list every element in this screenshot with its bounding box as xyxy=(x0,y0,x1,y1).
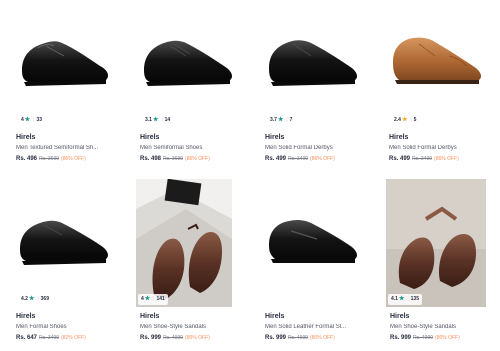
product-price: Rs. 999 Rs. 4999 (80% OFF) xyxy=(265,335,335,341)
rating-badge: 4★ | 141 xyxy=(138,294,168,305)
rating-badge: 3.7★ | 7 xyxy=(267,115,296,126)
price-discount: (86% OFF) xyxy=(310,156,335,162)
price-mrp: Rs. 3699 xyxy=(163,156,184,162)
rating-value: 4.2 xyxy=(21,296,28,302)
product-price: Rs. 499 Rs. 3499 (86% OFF) xyxy=(265,156,335,162)
product-price: Rs. 499 Rs. 3499 (86% OFF) xyxy=(389,156,459,162)
product-name: Men Shoe-Style Sandals xyxy=(140,324,207,330)
product-price: Rs. 647 Rs. 3499 (82% OFF) xyxy=(16,335,86,341)
price-current: Rs. 499 xyxy=(265,156,287,162)
rating-value: 4.1 xyxy=(391,296,398,302)
rating-badge: 3.1★ | 14 xyxy=(142,115,174,126)
product-image[interactable] xyxy=(265,0,365,128)
rating-badge: 4.2★ | 369 xyxy=(18,294,52,305)
star-icon: ★ xyxy=(28,296,35,302)
rating-count: 141 xyxy=(156,296,165,302)
rating-value: 4 xyxy=(21,117,24,123)
rating-value: 2.4 xyxy=(394,117,401,123)
price-current: Rs. 499 xyxy=(389,156,411,162)
price-mrp: Rs. 3699 xyxy=(39,156,60,162)
rating-count: 135 xyxy=(410,296,419,302)
product-brand: Hirels xyxy=(265,134,285,141)
product-brand: Hirels xyxy=(16,313,36,320)
price-discount: (80% OFF) xyxy=(310,335,335,341)
rating-value: 4 xyxy=(141,296,144,302)
product-price: Rs. 496 Rs. 3699 (86% OFF) xyxy=(16,156,86,162)
price-mrp: Rs. 4999 xyxy=(288,335,309,341)
product-image[interactable] xyxy=(386,179,486,307)
product-price: Rs. 999 Rs. 4999 (80% OFF) xyxy=(390,335,460,341)
star-icon: ★ xyxy=(152,117,159,123)
rating-count: 5 xyxy=(413,117,417,123)
product-image[interactable] xyxy=(389,0,489,128)
product-image[interactable] xyxy=(16,179,116,307)
star-icon: ★ xyxy=(144,296,151,302)
product-price: Rs. 498 Rs. 3699 (86% OFF) xyxy=(140,156,210,162)
product-name: Men Textured Semiformal Sh... xyxy=(16,145,99,151)
product-name: Men Solid Formal Derbys xyxy=(265,145,333,151)
star-icon: ★ xyxy=(277,117,284,123)
price-discount: (80% OFF) xyxy=(435,335,460,341)
product-name: Men Formal Shoes xyxy=(16,324,67,330)
product-image[interactable] xyxy=(16,0,116,128)
price-current: Rs. 647 xyxy=(16,335,38,341)
rating-count: 14 xyxy=(164,117,171,123)
product-brand: Hirels xyxy=(390,313,410,320)
star-icon: ★ xyxy=(401,117,408,123)
price-current: Rs. 999 xyxy=(140,335,162,341)
star-icon: ★ xyxy=(24,117,31,123)
price-mrp: Rs. 4999 xyxy=(413,335,434,341)
star-icon: ★ xyxy=(398,296,405,302)
product-image[interactable] xyxy=(265,179,365,307)
product-brand: Hirels xyxy=(16,134,36,141)
product-brand: Hirels xyxy=(389,134,409,141)
product-brand: Hirels xyxy=(265,313,285,320)
product-name: Men Solid Formal Derbys xyxy=(389,145,457,151)
price-mrp: Rs. 4999 xyxy=(163,335,184,341)
rating-badge: 2.4★ | 5 xyxy=(391,115,420,126)
rating-badge: 4.1★ | 135 xyxy=(388,294,422,305)
price-discount: (86% OFF) xyxy=(434,156,459,162)
product-brand: Hirels xyxy=(140,313,160,320)
product-brand: Hirels xyxy=(140,134,160,141)
product-image[interactable] xyxy=(136,179,232,307)
rating-count: 7 xyxy=(289,117,293,123)
rating-value: 3.1 xyxy=(145,117,152,123)
rating-count: 33 xyxy=(36,117,43,123)
rating-value: 3.7 xyxy=(270,117,277,123)
price-current: Rs. 999 xyxy=(390,335,412,341)
price-mrp: Rs. 3499 xyxy=(288,156,309,162)
product-name: Men Solid Leather Formal Sl... xyxy=(265,324,347,330)
product-price: Rs. 999 Rs. 4999 (80% OFF) xyxy=(140,335,210,341)
price-current: Rs. 498 xyxy=(140,156,162,162)
price-current: Rs. 496 xyxy=(16,156,38,162)
price-discount: (82% OFF) xyxy=(61,335,86,341)
product-name: Men Shoe-Style Sandals xyxy=(390,324,457,330)
product-image[interactable] xyxy=(140,0,240,128)
price-discount: (86% OFF) xyxy=(185,156,210,162)
rating-badge: 4★ | 33 xyxy=(18,115,46,126)
price-current: Rs. 999 xyxy=(265,335,287,341)
price-mrp: Rs. 3499 xyxy=(412,156,433,162)
price-mrp: Rs. 3499 xyxy=(39,335,60,341)
price-discount: (80% OFF) xyxy=(185,335,210,341)
rating-count: 369 xyxy=(40,296,49,302)
product-name: Men Semiformal Shoes xyxy=(140,145,203,151)
price-discount: (86% OFF) xyxy=(61,156,86,162)
